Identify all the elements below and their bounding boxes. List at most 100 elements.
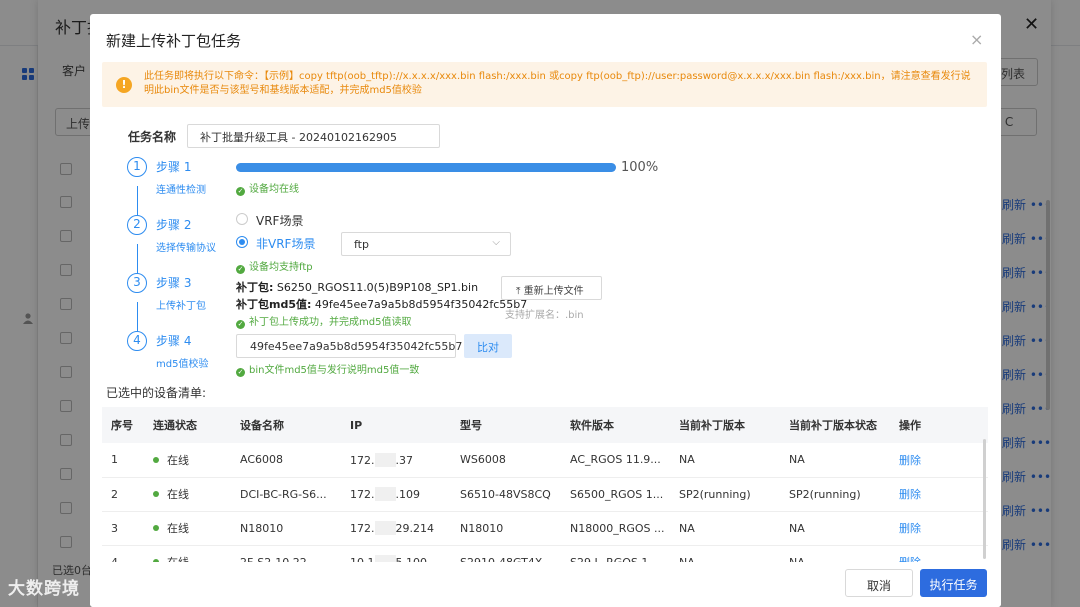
reupload-label: 重新上传文件 bbox=[523, 286, 584, 297]
delete-link[interactable]: 删除 bbox=[899, 454, 921, 467]
patch-md5-key: 补丁包md5值: bbox=[236, 298, 312, 311]
upload-patch-modal: 新建上传补丁包任务 × ! 此任务即将执行以下命令：【示例】copy tftp(… bbox=[90, 14, 1001, 607]
cell-ip: 172. 29.214 bbox=[341, 511, 451, 546]
cell-model: N18010 bbox=[451, 511, 561, 546]
reupload-button[interactable]: ⤒ 重新上传文件 bbox=[501, 276, 602, 300]
command-notice: ! 此任务即将执行以下命令：【示例】copy tftp(oob_tftp)://… bbox=[102, 62, 987, 107]
cell-ip: 172. .109 bbox=[341, 477, 451, 512]
col-header: 设备名称 bbox=[231, 407, 341, 443]
step-3-status: ✓ 补丁包上传成功，并完成md5值读取 bbox=[236, 313, 411, 329]
cell-patch: SP2(running) bbox=[670, 477, 780, 512]
notice-text: 此任务即将执行以下命令：【示例】copy tftp(oob_tftp)://x.… bbox=[144, 71, 971, 96]
status-text: 在线 bbox=[167, 522, 189, 535]
step-1-status-text: 设备均在线 bbox=[249, 184, 299, 195]
device-table: 序号 连通状态 设备名称 IP 型号 软件版本 当前补丁版本 当前补丁版本状态 … bbox=[102, 407, 988, 580]
cell-op: 删除 bbox=[890, 511, 988, 546]
ip-redaction bbox=[374, 521, 396, 535]
progress-text: 100% bbox=[621, 160, 659, 175]
ip-prefix: 172. bbox=[350, 522, 375, 535]
col-header: 序号 bbox=[102, 407, 144, 443]
vrf-radio[interactable] bbox=[236, 213, 248, 225]
step-2-status: ✓ 设备均支持ftp bbox=[236, 258, 313, 274]
step-4-status-text: bin文件md5值与发行说明md5值一致 bbox=[249, 365, 420, 376]
cell-patch-status: NA bbox=[780, 511, 890, 546]
upload-icon: ⤒ bbox=[516, 286, 521, 297]
patch-package-key: 补丁包: bbox=[236, 281, 274, 294]
ip-prefix: 172. bbox=[350, 453, 375, 467]
protocol-value: ftp bbox=[354, 238, 369, 251]
close-icon[interactable]: × bbox=[970, 30, 983, 49]
online-dot-icon bbox=[153, 456, 159, 463]
cell-device-name: DCI-BC-RG-S6... bbox=[231, 477, 341, 512]
cell-model: S6510-48VS8CQ bbox=[451, 477, 561, 512]
step-2-title: 步骤 2 bbox=[156, 218, 192, 232]
table-header-row: 序号 连通状态 设备名称 IP 型号 软件版本 当前补丁版本 当前补丁版本状态 … bbox=[102, 407, 988, 443]
cell-patch: NA bbox=[670, 443, 780, 478]
cancel-button[interactable]: 取消 bbox=[845, 569, 913, 597]
non-vrf-radio-label[interactable]: 非VRF场景 bbox=[256, 235, 315, 252]
step-1-subtitle: 连通性检测 bbox=[156, 185, 206, 196]
cell-no: 2 bbox=[102, 477, 144, 512]
task-name-input[interactable]: 补丁批量升级工具 - 20240102162905 bbox=[187, 124, 440, 148]
watermark-text: 大数跨境 bbox=[8, 579, 80, 599]
ip-suffix: .37 bbox=[395, 453, 414, 467]
cell-software: AC_RGOS 11.9... bbox=[561, 443, 670, 478]
cell-patch-status: NA bbox=[780, 443, 890, 478]
online-dot-icon bbox=[153, 525, 159, 531]
cell-device-name: N18010 bbox=[231, 511, 341, 546]
ip-suffix: 29.214 bbox=[395, 522, 435, 535]
cell-ip: 172. .37 bbox=[341, 443, 451, 478]
ip-redaction bbox=[374, 487, 396, 501]
vrf-radio-label[interactable]: VRF场景 bbox=[256, 212, 303, 229]
non-vrf-radio[interactable] bbox=[236, 236, 248, 248]
step-2-subtitle: 选择传输协议 bbox=[156, 243, 216, 254]
col-header: 软件版本 bbox=[561, 407, 670, 443]
ip-prefix: 172. bbox=[350, 488, 375, 501]
col-header: 连通状态 bbox=[144, 407, 231, 443]
warning-icon: ! bbox=[116, 77, 132, 93]
extension-hint: 支持扩展名：.bin bbox=[505, 310, 584, 321]
table-scrollbar[interactable] bbox=[983, 439, 986, 559]
cell-software: N18000_RGOS ... bbox=[561, 511, 670, 546]
cell-patch: NA bbox=[670, 511, 780, 546]
md5-input[interactable]: 49fe45ee7a9a5b8d5954f35042fc55b7 bbox=[236, 334, 462, 358]
status-text: 在线 bbox=[167, 453, 189, 467]
execute-task-button[interactable]: 执行任务 bbox=[920, 569, 987, 597]
cell-op: 删除 bbox=[890, 443, 988, 478]
cell-no: 1 bbox=[102, 443, 144, 478]
online-dot-icon bbox=[153, 491, 159, 497]
cell-model: WS6008 bbox=[451, 443, 561, 478]
step-4-status: ✓ bin文件md5值与发行说明md5值一致 bbox=[236, 361, 419, 377]
step-1-status: ✓ 设备均在线 bbox=[236, 180, 299, 196]
step-4-title: 步骤 4 bbox=[156, 334, 192, 348]
step-1-title: 步骤 1 bbox=[156, 160, 192, 174]
patch-package-name: S6250_RGOS11.0(5)B9P108_SP1.bin bbox=[276, 281, 479, 294]
step-4-subtitle: md5值校验 bbox=[156, 359, 209, 370]
status-text: 在线 bbox=[167, 488, 189, 501]
ip-suffix: .109 bbox=[395, 488, 421, 501]
cell-op: 删除 bbox=[890, 477, 988, 512]
step-1-number: 1 bbox=[127, 157, 147, 177]
col-header: IP bbox=[341, 407, 451, 443]
patch-md5-line: 补丁包md5值: 49fe45ee7a9a5b8d5954f35042fc55b… bbox=[236, 296, 527, 312]
protocol-select[interactable]: ftp ⌵ bbox=[341, 232, 511, 256]
cell-status: 在线 bbox=[144, 443, 231, 478]
compare-button[interactable]: 比对 bbox=[464, 334, 512, 358]
step-3-number: 3 bbox=[127, 273, 147, 293]
task-name-label: 任务名称 bbox=[128, 130, 177, 144]
watermark: 大数跨境 bbox=[8, 574, 80, 599]
col-header: 当前补丁版本状态 bbox=[780, 407, 890, 443]
chevron-down-icon: ⌵ bbox=[492, 237, 500, 248]
table-row: 3 在线 N18010 172. 29.214 N18010 N18000_RGO… bbox=[102, 511, 988, 546]
col-header: 型号 bbox=[451, 407, 561, 443]
table-row: 2 在线 DCI-BC-RG-S6... 172. .109 S6510-48VS… bbox=[102, 477, 988, 512]
step-4-number: 4 bbox=[127, 331, 147, 351]
delete-link[interactable]: 删除 bbox=[899, 488, 921, 501]
delete-link[interactable]: 删除 bbox=[899, 522, 921, 535]
step-3-status-text: 补丁包上传成功，并完成md5值读取 bbox=[249, 317, 412, 328]
cell-device-name: AC6008 bbox=[231, 443, 341, 478]
step-2-number: 2 bbox=[127, 215, 147, 235]
check-icon: ✓ bbox=[236, 368, 245, 377]
step-3-title: 步骤 3 bbox=[156, 276, 192, 290]
ip-redaction bbox=[374, 452, 396, 467]
